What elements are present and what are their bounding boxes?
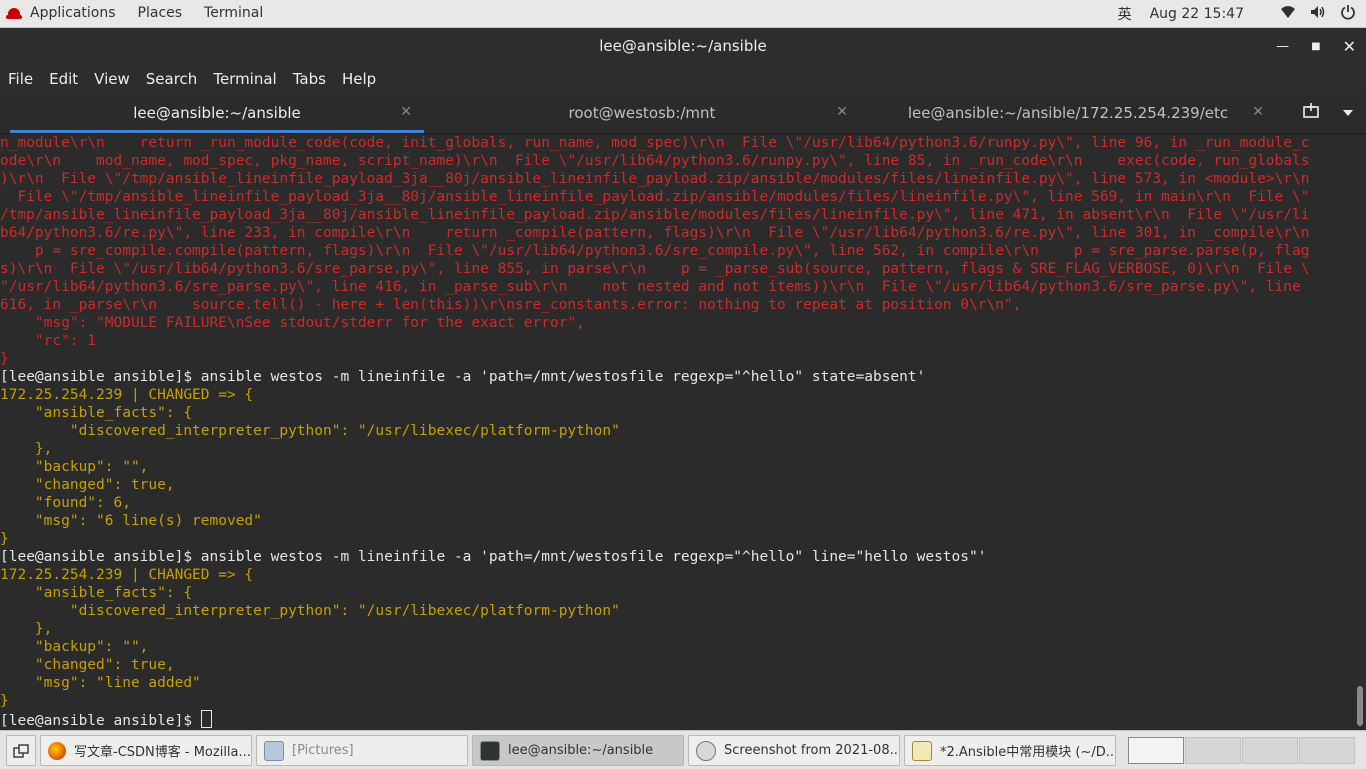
new-tab-icon[interactable] — [1302, 103, 1320, 123]
taskbar-label: *2.Ansible中常用模块 (~/D... — [940, 745, 1116, 760]
terminal-line: } — [0, 693, 9, 709]
taskbar-label: Screenshot from 2021-08... — [724, 743, 900, 758]
terminal-line: "msg": "MODULE FAILURE\nSee stdout/stder… — [0, 315, 585, 331]
taskbar-label: [Pictures] — [292, 743, 354, 758]
terminal-line: "changed": true, — [0, 657, 175, 673]
close-icon[interactable]: ✕ — [1343, 37, 1356, 56]
terminal-prompt-line[interactable]: [lee@ansible ansible]$ — [0, 710, 1354, 729]
terminal-line: "ansible_facts": { — [0, 585, 193, 601]
tab-root-westosb[interactable]: root@westosb:/mnt ✕ — [424, 93, 860, 133]
terminal-line: "msg": "6 line(s) removed" — [0, 513, 262, 529]
terminal-line: "discovered_interpreter_python": "/usr/l… — [0, 603, 620, 619]
workspace-3[interactable] — [1242, 737, 1298, 764]
terminal-line: }, — [0, 441, 53, 457]
terminal-line: b64/python3.6/re.py\", line 233, in comp… — [0, 225, 1310, 241]
workspace-2[interactable] — [1185, 737, 1241, 764]
tab-label: lee@ansible:~/ansible — [133, 104, 301, 122]
terminal-scrollbar[interactable] — [1354, 134, 1366, 730]
terminal-line: } — [0, 531, 9, 547]
text-cursor — [200, 710, 212, 728]
applications-label: Applications — [30, 5, 116, 21]
show-desktop-icon — [13, 743, 29, 758]
menu-help[interactable]: Help — [334, 70, 384, 88]
workspace-1[interactable] — [1128, 737, 1184, 764]
workspace-4[interactable] — [1299, 737, 1355, 764]
volume-icon[interactable] — [1310, 5, 1326, 23]
terminal-line: "/usr/lib64/python3.6/sre_parse.py\", li… — [0, 279, 1301, 295]
redhat-logo-icon — [6, 7, 22, 20]
terminal-line: "found": 6, — [0, 495, 131, 511]
terminal-line: }, — [0, 621, 53, 637]
chevron-down-icon[interactable] — [1342, 105, 1354, 121]
applications-menu[interactable]: Applications — [0, 0, 127, 27]
taskbar: 写文章-CSDN博客 - Mozilla... [Pictures] lee@a… — [0, 730, 1366, 769]
terminal-line: n_module\r\n return _run_module_code(cod… — [0, 135, 1310, 151]
menu-view[interactable]: View — [86, 70, 138, 88]
menu-tabs[interactable]: Tabs — [285, 70, 334, 88]
tab-bar: lee@ansible:~/ansible ✕ root@westosb:/mn… — [0, 93, 1366, 134]
tab-lee-ansible[interactable]: lee@ansible:~/ansible ✕ — [10, 93, 424, 133]
places-menu[interactable]: Places — [127, 0, 194, 27]
menu-terminal[interactable]: Terminal — [205, 70, 284, 88]
window-title: lee@ansible:~/ansible — [599, 37, 767, 55]
input-method-indicator[interactable]: 英 — [1118, 4, 1132, 24]
file-manager-icon — [264, 740, 284, 761]
terminal-line: 172.25.254.239 | CHANGED => { — [0, 387, 254, 403]
power-icon[interactable] — [1340, 4, 1356, 24]
tab-label: root@westosb:/mnt — [568, 104, 716, 122]
close-icon[interactable]: ✕ — [1252, 104, 1264, 120]
menu-search[interactable]: Search — [138, 70, 206, 88]
taskbar-firefox[interactable]: 写文章-CSDN博客 - Mozilla... — [40, 735, 252, 766]
taskbar-terminal[interactable]: lee@ansible:~/ansible — [472, 735, 684, 766]
taskbar-label: lee@ansible:~/ansible — [508, 743, 654, 758]
maximize-icon[interactable]: ■ — [1311, 41, 1320, 52]
menu-bar: File Edit View Search Terminal Tabs Help — [0, 64, 1366, 93]
terminal-icon — [480, 740, 500, 761]
close-icon[interactable]: ✕ — [400, 104, 412, 120]
terminal-line: "backup": "", — [0, 639, 149, 655]
terminal-output[interactable]: n_module\r\n return _run_module_code(cod… — [0, 134, 1354, 730]
terminal-app-menu[interactable]: Terminal — [193, 0, 274, 27]
minimize-icon[interactable]: — — [1276, 39, 1289, 54]
terminal-line: } — [0, 351, 9, 367]
taskbar-file-manager[interactable]: [Pictures] — [256, 735, 468, 766]
terminal-line: 616, in _parse\r\n source.tell() - here … — [0, 297, 1022, 313]
menu-edit[interactable]: Edit — [41, 70, 86, 88]
terminal-line: 172.25.254.239 | CHANGED => { — [0, 567, 254, 583]
scrollbar-thumb[interactable] — [1357, 686, 1363, 726]
terminal-line: ode\r\n mod_name, mod_spec, pkg_name, sc… — [0, 153, 1310, 169]
taskbar-text-editor[interactable]: *2.Ansible中常用模块 (~/D... — [904, 735, 1116, 766]
terminal-line: "discovered_interpreter_python": "/usr/l… — [0, 423, 620, 439]
shell-prompt: [lee@ansible ansible]$ — [0, 713, 201, 729]
terminal-line: [lee@ansible ansible]$ ansible westos -m… — [0, 369, 926, 385]
terminal-line: "backup": "", — [0, 459, 149, 475]
terminal-line: s)\r\n File \"/usr/lib64/python3.6/sre_p… — [0, 261, 1310, 277]
terminal-line: "ansible_facts": { — [0, 405, 193, 421]
terminal-line: )\r\n File \"/tmp/ansible_lineinfile_pay… — [0, 171, 1310, 187]
clock[interactable]: Aug 22 15:47 — [1146, 6, 1266, 22]
menu-file[interactable]: File — [0, 70, 41, 88]
close-icon[interactable]: ✕ — [836, 104, 848, 120]
top-bar: Applications Places Terminal 英 Aug 22 15… — [0, 0, 1366, 28]
firefox-icon — [48, 741, 66, 760]
text-editor-icon — [912, 740, 932, 761]
terminal-line: p = sre_compile.compile(pattern, flags)\… — [0, 243, 1310, 259]
window-titlebar[interactable]: lee@ansible:~/ansible — ■ ✕ — [0, 28, 1366, 64]
terminal-line: [lee@ansible ansible]$ ansible westos -m… — [0, 549, 987, 565]
terminal-line: "rc": 1 — [0, 333, 97, 349]
wifi-icon[interactable] — [1280, 5, 1296, 23]
terminal-line: "changed": true, — [0, 477, 175, 493]
image-viewer-icon — [696, 740, 716, 761]
taskbar-label: 写文章-CSDN博客 - Mozilla... — [74, 745, 251, 760]
terminal-line: File \"/tmp/ansible_lineinfile_payload_3… — [0, 189, 1310, 205]
show-desktop-button[interactable] — [6, 735, 36, 766]
terminal-line: /tmp/ansible_lineinfile_payload_3ja__80j… — [0, 207, 1310, 223]
terminal-line: "msg": "line added" — [0, 675, 201, 691]
taskbar-image-viewer[interactable]: Screenshot from 2021-08... — [688, 735, 900, 766]
tab-label: lee@ansible:~/ansible/172.25.254.239/etc — [907, 104, 1229, 122]
tab-lee-ansible-etc[interactable]: lee@ansible:~/ansible/172.25.254.239/etc… — [860, 93, 1276, 133]
